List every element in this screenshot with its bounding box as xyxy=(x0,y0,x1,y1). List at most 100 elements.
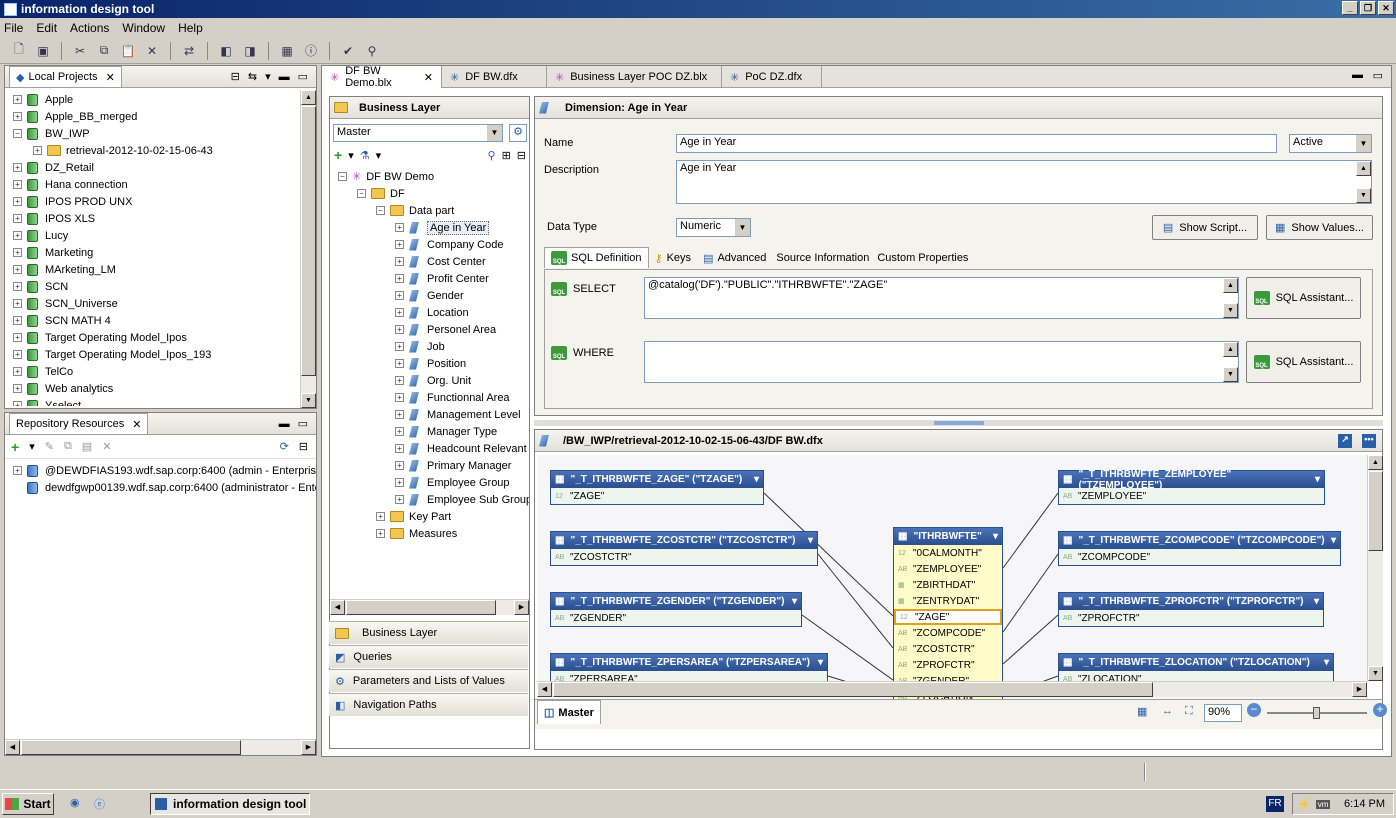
expand-icon[interactable]: + xyxy=(13,299,22,308)
expand-icon[interactable]: + xyxy=(395,342,404,351)
collapse-all-icon[interactable]: ⊟ xyxy=(231,70,240,83)
table-title-bar[interactable]: ▦ "_T_ITHRBWFTE_ZPROFCTR" ("TZPROFCTR") ▾ xyxy=(1059,593,1323,610)
table-column[interactable]: 12 "ZAGE" xyxy=(551,488,763,504)
expand-icon[interactable]: + xyxy=(395,291,404,300)
splitter-handle[interactable] xyxy=(934,421,984,425)
scroll-thumb[interactable] xyxy=(553,682,1153,697)
lookup-table[interactable]: ▦ "_T_ITHRBWFTE_ZAGE" ("TZAGE") ▾ 12 "ZAGE" xyxy=(550,470,764,505)
projects-scrollbar[interactable]: ▲ ▼ xyxy=(300,90,316,408)
canvas-vscrollbar[interactable]: ▲ ▼ xyxy=(1367,455,1383,681)
scroll-left-button[interactable]: ◀ xyxy=(330,600,345,615)
project-item[interactable]: − BW_IWP xyxy=(13,125,90,142)
expand-icon[interactable]: + xyxy=(13,248,22,257)
save-icon[interactable]: ▣ xyxy=(34,42,52,60)
tree-node[interactable]: − Data part xyxy=(376,202,454,219)
project-item[interactable]: + IPOS XLS xyxy=(13,210,95,227)
expand-icon[interactable]: + xyxy=(395,410,404,419)
canvas-hscrollbar[interactable]: ◀ ▶ xyxy=(537,681,1367,697)
tab-source-information[interactable]: Source Information xyxy=(772,247,873,269)
zoom-out-icon[interactable]: − xyxy=(1247,703,1261,717)
menu-file[interactable]: File xyxy=(4,21,23,35)
expand-icon[interactable]: + xyxy=(13,197,22,206)
repository-item[interactable]: + @DEWDFIAS193.wdf.sap.corp:6400 (admin … xyxy=(13,462,316,479)
repository-hscrollbar[interactable]: ◀ ▶ xyxy=(5,739,316,755)
maximize-editor-icon[interactable]: ▭ xyxy=(1373,69,1383,82)
fit-page-icon[interactable]: ⛶ xyxy=(1185,705,1193,718)
more-icon[interactable]: ••• xyxy=(1362,433,1376,448)
table-title-bar[interactable]: ▦ "_T_ITHRBWFTE_ZGENDER" ("TZGENDER") ▾ xyxy=(551,593,801,610)
scroll-down-button[interactable]: ▼ xyxy=(1356,188,1371,203)
sql-assistant-where-button[interactable]: SQL SQL Assistant... xyxy=(1246,341,1361,383)
scroll-thumb[interactable] xyxy=(21,740,241,755)
menu-actions[interactable]: Actions xyxy=(70,21,109,35)
lookup-table[interactable]: ▦ "_T_ITHRBWFTE_ZEMPLOYEE" ("TZEMPLOYEE")… xyxy=(1058,469,1325,505)
expand-icon[interactable]: + xyxy=(13,282,22,291)
expand-icon[interactable]: + xyxy=(395,240,404,249)
repository-tab[interactable]: Repository Resources ✕ xyxy=(9,413,149,434)
editor-tab[interactable]: ✳ DF BW.dfx xyxy=(442,66,547,88)
chevron-down-icon[interactable]: ▼ xyxy=(487,125,502,141)
view-select[interactable]: Master ▼ xyxy=(333,124,503,142)
maximize-button[interactable]: ❐ xyxy=(1360,1,1376,15)
delete-icon[interactable]: ✕ xyxy=(143,42,161,60)
link-editor-icon[interactable]: ⇆ xyxy=(248,70,257,83)
explorer-icon[interactable]: ◉ xyxy=(70,796,80,809)
dimension-item[interactable]: + Employee Group xyxy=(395,474,510,491)
table-column[interactable]: 12 "ZAGE" xyxy=(894,609,1002,625)
table-column[interactable]: 12 "0CALMONTH" xyxy=(894,545,1002,561)
table-title-bar[interactable]: ▦ "_T_ITHRBWFTE_ZCOMPCODE" ("TZCOMPCODE")… xyxy=(1059,532,1340,549)
chevron-down-icon[interactable]: ▾ xyxy=(1324,657,1329,668)
fact-table[interactable]: ▦ "ITHRBWFTE" ▾ 12 "0CALMONTH" AB "ZEMPLOYEE" ▦… xyxy=(893,527,1003,705)
dimension-item[interactable]: + Headcount Relevant xyxy=(395,440,527,457)
scroll-down-button[interactable]: ▼ xyxy=(1368,666,1383,681)
expand-icon[interactable]: + xyxy=(13,231,22,240)
project-item[interactable]: + retrieval-2012-10-02-15-06-43 xyxy=(33,142,213,159)
table-title-bar[interactable]: ▦ "_T_ITHRBWFTE_ZEMPLOYEE" ("TZEMPLOYEE")… xyxy=(1059,469,1324,491)
scroll-left-button[interactable]: ◀ xyxy=(537,682,552,697)
lookup-table[interactable]: ▦ "_T_ITHRBWFTE_ZPROFCTR" ("TZPROFCTR") ▾ A… xyxy=(1058,592,1324,627)
nav-queries[interactable]: ◩ Queries xyxy=(329,645,528,668)
expand-icon[interactable]: + xyxy=(395,308,404,317)
table-title-bar[interactable]: ▦ "_T_ITHRBWFTE_ZPERSAREA" ("TZPERSAREA")… xyxy=(551,654,827,671)
scroll-up-button[interactable]: ▲ xyxy=(301,90,316,105)
dropdown-icon[interactable]: ▾ xyxy=(348,149,354,162)
scroll-left-button[interactable]: ◀ xyxy=(5,740,20,755)
add-icon[interactable]: + xyxy=(11,439,19,455)
expand-icon[interactable]: + xyxy=(395,393,404,402)
expand-icon[interactable]: + xyxy=(395,223,404,232)
expand-icon[interactable]: + xyxy=(13,95,22,104)
copy-icon[interactable]: ⧉ xyxy=(95,42,113,60)
minimize-view-icon[interactable]: ▬ xyxy=(279,71,290,83)
project-item[interactable]: + Yselect xyxy=(13,397,81,406)
expand-icon[interactable]: + xyxy=(395,359,404,368)
lookup-table[interactable]: ▦ "_T_ITHRBWFTE_ZGENDER" ("TZGENDER") ▾ AB "… xyxy=(550,592,802,627)
table-column[interactable]: AB "ZCOMPCODE" xyxy=(1059,549,1340,565)
project-item[interactable]: + IPOS PROD UNX xyxy=(13,193,132,210)
cut-icon[interactable]: ✂ xyxy=(71,42,89,60)
dimension-item[interactable]: + Manager Type xyxy=(395,423,497,440)
select-field[interactable]: @catalog('DF')."PUBLIC"."ITHRBWFTE"."ZAG… xyxy=(644,277,1239,319)
dimension-item[interactable]: + Personel Area xyxy=(395,321,496,338)
project-item[interactable]: + SCN xyxy=(13,278,68,295)
dimension-item[interactable]: + Gender xyxy=(395,287,464,304)
menu-window[interactable]: Window xyxy=(122,21,165,35)
sql-assistant-select-button[interactable]: SQL SQL Assistant... xyxy=(1246,277,1361,319)
tab-custom-properties[interactable]: Custom Properties xyxy=(873,247,972,269)
chevron-down-icon[interactable]: ▼ xyxy=(1356,135,1371,152)
expand-all-icon[interactable]: ⊞ xyxy=(502,149,511,162)
collapse-icon[interactable]: − xyxy=(13,129,22,138)
expand-icon[interactable]: + xyxy=(13,367,22,376)
repository-item[interactable]: dewdfgwp00139.wdf.sap.corp:6400 (adminis… xyxy=(27,479,316,496)
dimension-item[interactable]: + Job xyxy=(395,338,445,355)
expand-icon[interactable]: + xyxy=(13,384,22,393)
dimension-item[interactable]: + Age in Year xyxy=(395,219,490,236)
project-item[interactable]: + Apple_BB_merged xyxy=(13,108,137,125)
table-column[interactable]: ▦ "ZBIRTHDAT" xyxy=(894,577,1002,593)
dimension-item[interactable]: + Company Code xyxy=(395,236,503,253)
expand-icon[interactable]: + xyxy=(376,512,385,521)
open-icon[interactable]: ↗ xyxy=(1338,433,1352,448)
splitter[interactable] xyxy=(534,420,1383,426)
table-title-bar[interactable]: ▦ "_T_ITHRBWFTE_ZLOCATION" ("TZLOCATION")… xyxy=(1059,654,1333,671)
expand-icon[interactable]: + xyxy=(395,274,404,283)
nav-parameters[interactable]: ⚙ Parameters and Lists of Values xyxy=(329,669,528,692)
